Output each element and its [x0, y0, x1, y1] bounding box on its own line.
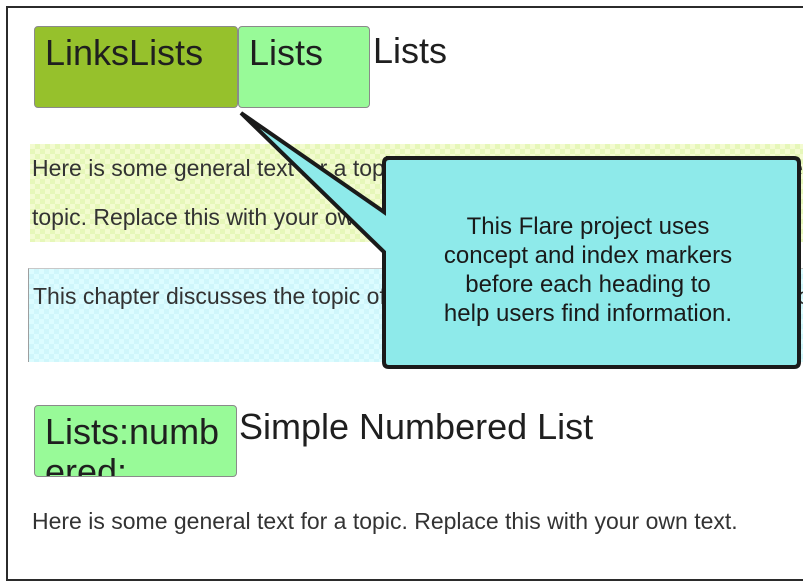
callout-line-3: before each heading to — [465, 271, 711, 298]
callout-line-1: This Flare project uses — [466, 213, 710, 240]
callout-text: This Flare project uses concept and inde… — [382, 180, 794, 360]
callout-line-4: help users find information. — [443, 300, 733, 327]
callout-line-2: concept and index markers — [443, 242, 733, 269]
